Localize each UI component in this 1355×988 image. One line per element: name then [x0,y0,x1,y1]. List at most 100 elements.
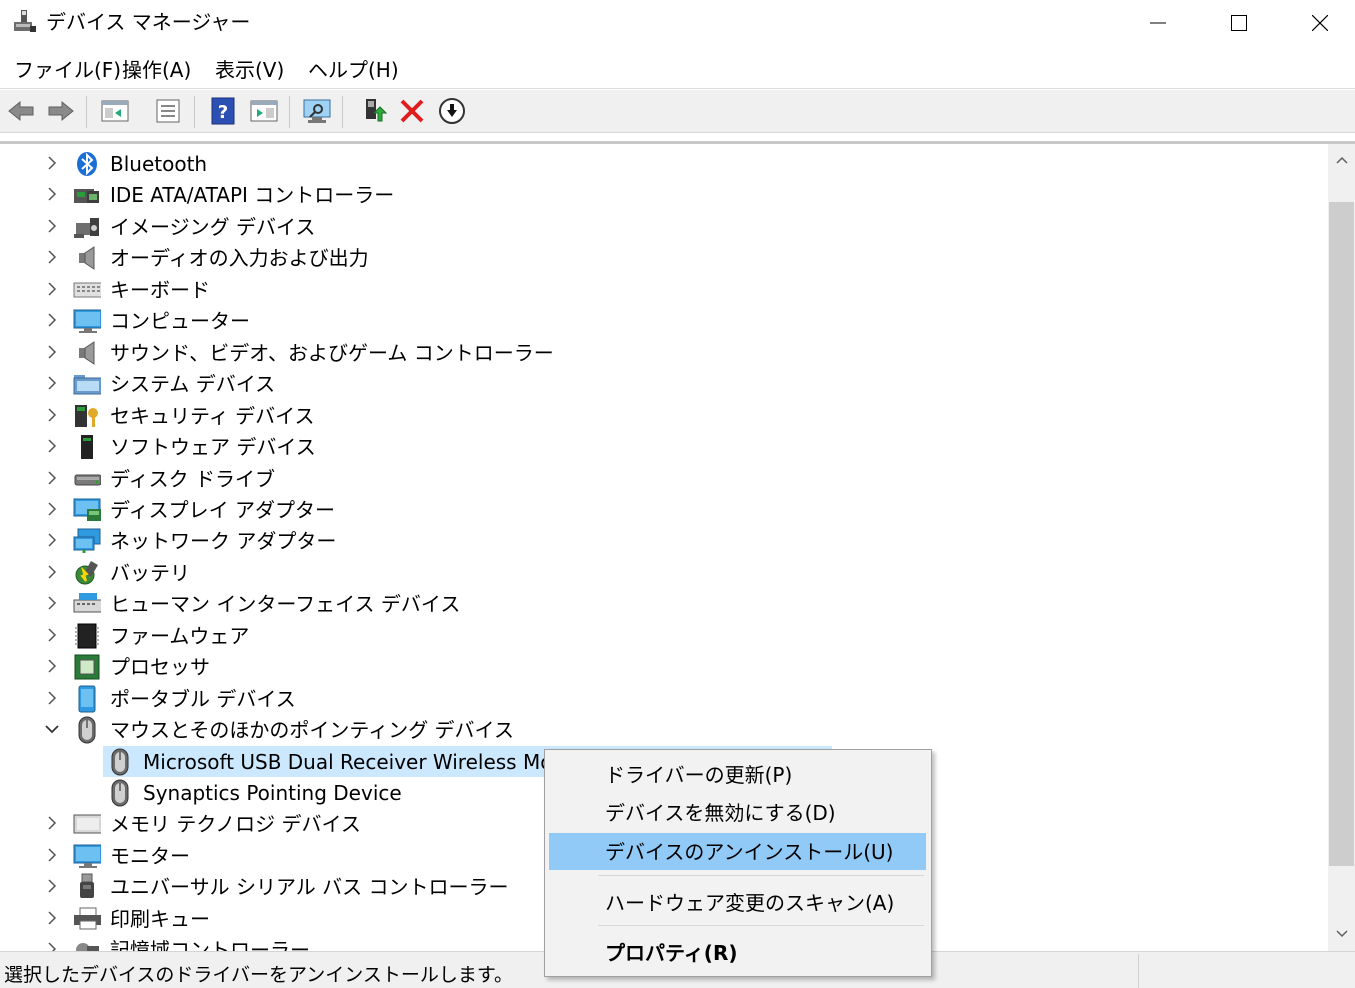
update-driver-button[interactable] [358,96,388,126]
action-pane-button[interactable] [249,96,279,126]
expand-toggle[interactable] [42,405,62,425]
back-button[interactable] [6,96,36,126]
expand-toggle[interactable] [42,468,62,488]
properties-button[interactable] [153,96,183,126]
menu-item-update-driver[interactable]: ドライバーの更新(P) [549,756,926,793]
portable-device-icon [73,685,101,713]
scan-hardware-button[interactable] [302,96,332,126]
tree-category-row[interactable]: ディスプレイ アダプター [0,494,1320,525]
menu-item-label: プロパティ(R) [605,941,738,965]
menu-action[interactable]: 操作(A) [122,56,191,84]
tree-category-row[interactable]: キーボード [0,274,1320,305]
chevron-right-icon [48,345,57,359]
expand-toggle[interactable] [42,908,62,928]
menu-view[interactable]: 表示(V) [215,56,284,84]
tree-item-label: Microsoft USB Dual Receiver Wireless Mou… [143,749,588,774]
tree-category-row[interactable]: プロセッサ [0,651,1320,682]
expand-toggle[interactable] [42,688,62,708]
chevron-right-icon [48,816,57,830]
tree-category-row[interactable]: Bluetooth [0,148,1320,179]
menu-item-properties[interactable]: プロパティ(R) [549,934,926,971]
tree-category-row[interactable]: オーディオの入力および出力 [0,242,1320,273]
expand-toggle[interactable] [42,310,62,330]
chevron-right-icon [48,533,57,547]
chevron-right-icon [48,439,57,453]
toolbar-separator [194,96,195,128]
menu-item-scan-hardware-changes[interactable]: ハードウェア変更のスキャン(A) [549,884,926,921]
tree-item-label: ユニバーサル シリアル バス コントローラー [110,875,509,900]
expand-toggle[interactable] [42,247,62,267]
tree-item-label: ネットワーク アダプター [110,529,337,554]
expand-toggle[interactable] [42,436,62,456]
tree-item-label: システム デバイス [110,372,276,397]
expand-toggle[interactable] [42,216,62,236]
expand-toggle[interactable] [42,562,62,582]
help-button[interactable]: ? [208,96,238,126]
tree-category-row[interactable]: ネットワーク アダプター [0,525,1320,556]
chevron-right-icon [48,156,57,170]
tree-category-row[interactable]: IDE ATA/ATAPI コントローラー [0,179,1320,210]
usb-icon [73,873,101,901]
expand-toggle[interactable] [42,279,62,299]
status-separator [1138,954,1139,988]
uninstall-device-button[interactable] [397,96,427,126]
chevron-right-icon [48,313,57,327]
menu-help[interactable]: ヘルプ(H) [308,56,399,84]
tree-category-row[interactable]: マウスとそのほかのポインティング デバイス [0,714,1320,745]
tree-item-label: プロセッサ [110,655,210,680]
tree-category-row[interactable]: ソフトウェア デバイス [0,431,1320,462]
tree-item-label: キーボード [110,277,210,302]
expand-toggle[interactable] [42,656,62,676]
scroll-down-button[interactable] [1328,922,1355,946]
expand-toggle[interactable] [42,530,62,550]
disable-device-button[interactable] [437,96,467,126]
title-bar: デバイス マネージャー [0,0,1355,48]
tree-item-label: コンピューター [110,309,250,334]
minimize-icon [1150,22,1166,24]
close-button[interactable] [1280,0,1355,46]
minimize-button[interactable] [1118,0,1198,46]
expand-toggle[interactable] [42,342,62,362]
tree-item-label: サウンド、ビデオ、およびゲーム コントローラー [110,340,554,365]
scrollbar-thumb[interactable] [1329,202,1354,866]
chevron-right-icon [48,470,57,485]
tree-category-row[interactable]: ポータブル デバイス [0,683,1320,714]
vertical-scrollbar[interactable] [1328,144,1355,951]
expand-toggle[interactable] [42,876,62,896]
chevron-right-icon [48,848,57,862]
tree-category-row[interactable]: ヒューマン インターフェイス デバイス [0,588,1320,619]
expand-toggle[interactable] [42,153,62,173]
uninstall-icon [400,99,424,123]
menu-item-uninstall-device[interactable]: デバイスのアンインストール(U) [549,833,926,870]
expand-toggle[interactable] [42,813,62,833]
tree-category-row[interactable]: サウンド、ビデオ、およびゲーム コントローラー [0,337,1320,368]
tree-item-label: IDE ATA/ATAPI コントローラー [110,183,395,208]
collapse-toggle[interactable] [42,719,62,739]
menu-item-disable-device[interactable]: デバイスを無効にする(D) [549,794,926,831]
tree-category-row[interactable]: システム デバイス [0,368,1320,399]
show-hide-console-tree-icon [101,100,129,122]
tree-category-row[interactable]: バッテリ [0,557,1320,588]
expand-toggle[interactable] [42,845,62,865]
tree-item-label: ポータブル デバイス [110,686,296,711]
forward-button[interactable] [46,96,76,126]
maximize-button[interactable] [1199,0,1279,46]
expand-toggle[interactable] [42,593,62,613]
disk-drive-icon [73,465,101,493]
menu-file[interactable]: ファイル(F) [14,56,121,84]
tree-category-row[interactable]: ディスク ドライブ [0,463,1320,494]
show-hide-console-tree-button[interactable] [100,96,130,126]
tree-category-row[interactable]: セキュリティ デバイス [0,400,1320,431]
expand-toggle[interactable] [42,373,62,393]
scroll-up-button[interactable] [1328,148,1355,172]
expand-toggle[interactable] [42,184,62,204]
toolbar-separator [342,96,343,128]
tree-item-label: メモリ テクノロジ デバイス [110,812,361,837]
tree-category-row[interactable]: コンピューター [0,305,1320,336]
tree-category-row[interactable]: イメージング デバイス [0,211,1320,242]
tree-category-row[interactable]: ファームウェア [0,620,1320,651]
tree-item-label: イメージング デバイス [110,214,316,239]
expand-toggle[interactable] [42,625,62,645]
chevron-down-icon [45,725,59,734]
expand-toggle[interactable] [42,499,62,519]
